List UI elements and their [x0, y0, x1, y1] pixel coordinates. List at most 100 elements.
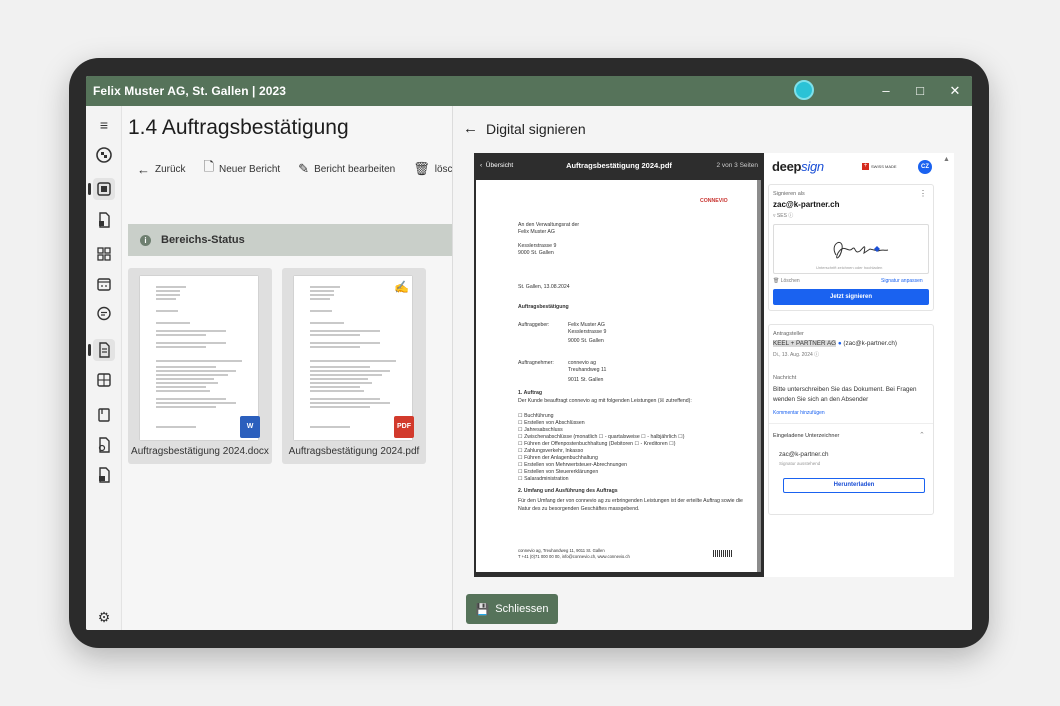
signature-sidebar: deepsign + SWISS MADE CZ ▲ Signieren als …: [764, 153, 954, 577]
message-text: Bitte unterschreiben Sie das Dokument. B…: [773, 386, 917, 403]
window-title: Felix Muster AG, St. Gallen | 2023: [93, 84, 287, 98]
arrow-left-icon: ←: [137, 161, 150, 177]
report-icon[interactable]: [88, 339, 115, 361]
signature-level: ▿ SES ⓘ: [773, 213, 794, 219]
delete-signature-button[interactable]: 🗑 Löschen: [773, 278, 800, 284]
document-icon[interactable]: [93, 209, 115, 231]
main-content: 1.4 Auftragsbestätigung ← Zurück 🗋 Neuer…: [122, 106, 452, 630]
logo-icon[interactable]: [93, 144, 115, 166]
requester-label: Antragsteller: [773, 331, 804, 337]
request-details-card: Antragsteller KEEL + PARTNER AG ● (zac@k…: [768, 324, 934, 515]
title-bar: Felix Muster AG, St. Gallen | 2023 – □ ✕: [86, 76, 972, 106]
swiss-made-badge: + SWISS MADE: [862, 163, 897, 170]
scroll-up-icon[interactable]: ▲: [943, 156, 950, 163]
delete-button[interactable]: 🗑 löschen: [404, 155, 452, 183]
grid-icon[interactable]: [93, 243, 115, 265]
folder-icon[interactable]: [93, 404, 115, 426]
divider: [769, 423, 933, 424]
pdf-text: Treuhandweg 11: [568, 367, 607, 373]
sign-now-button[interactable]: Jetzt signieren: [773, 289, 929, 305]
dashboard-icon[interactable]: [88, 178, 115, 200]
viewer-toolbar: ‹ Übersicht Auftragsbestätigung 2024.pdf…: [474, 153, 764, 177]
pdf-text: 9011 St. Gallen: [568, 377, 604, 383]
adjust-signature-link[interactable]: Signatur anpassen: [881, 278, 923, 284]
file-name: Auftragsbestätigung 2024.pdf: [288, 446, 420, 457]
sidebar: ≡ ⚙: [86, 106, 122, 630]
pdf-text: Auftragnehmer:: [518, 360, 554, 366]
invitee-email: zac@k-partner.ch: [779, 451, 829, 458]
viewer-scrollbar[interactable]: [757, 180, 761, 572]
requester-name: KEEL + PARTNER AG: [773, 340, 837, 347]
minimize-icon[interactable]: –: [875, 81, 897, 101]
certification-logo: [713, 550, 733, 557]
toolbar: ← Zurück 🗋 Neuer Bericht ✎ Bericht bearb…: [128, 153, 452, 185]
trash-icon: 🗑: [413, 161, 430, 176]
pdf-page: CONNEVIO An den Verwaltungsrat der Felix…: [476, 180, 757, 572]
pdf-text: St. Gallen, 13.08.2024: [518, 284, 570, 290]
sign-as-label: Signieren als: [773, 191, 805, 197]
signer-email: zac@k-partner.ch: [773, 200, 840, 209]
document-settings-icon[interactable]: [93, 434, 115, 456]
file-card-docx[interactable]: W Auftragsbestätigung 2024.docx: [128, 268, 272, 464]
user-avatar[interactable]: CZ: [918, 160, 932, 174]
sign-as-card: Signieren als ⋮ zac@k-partner.ch ▿ SES ⓘ…: [768, 184, 934, 311]
file-list: W Auftragsbestätigung 2024.docx ✍ PDF Au…: [128, 268, 426, 464]
more-options-icon[interactable]: ⋮: [919, 189, 927, 198]
calendar-icon[interactable]: [93, 273, 115, 295]
requested-date: Di., 13. Aug. 2024 ⓘ: [773, 352, 820, 358]
pencil-icon: ✎: [298, 161, 310, 176]
invited-signers-label: Eingeladene Unterzeichner: [773, 433, 840, 439]
pdf-text: 9000 St. Gallen: [518, 250, 554, 256]
pdf-heading: Auftragsbestätigung: [518, 304, 569, 310]
chat-icon[interactable]: [93, 303, 115, 325]
signature-pen-icon: ✍: [394, 280, 409, 294]
calculator-icon[interactable]: [93, 369, 115, 391]
close-icon[interactable]: ✕: [944, 81, 966, 101]
signature-pad[interactable]: Unterschrift zeichnen oder hochladen: [773, 224, 929, 274]
chevron-up-icon[interactable]: ⌃: [919, 431, 925, 439]
upload-link[interactable]: hochladen: [864, 265, 882, 270]
panel-header: ← Digital signieren: [463, 120, 586, 137]
save-icon: 💾: [475, 603, 490, 616]
settings-icon[interactable]: ⚙: [93, 606, 115, 628]
section-status-title: Bereichs-Status: [161, 234, 245, 246]
requester-email: (zac@k-partner.ch): [843, 340, 898, 347]
pdf-heading: 1. Auftrag: [518, 390, 543, 396]
file-name: Auftragsbestätigung 2024.docx: [131, 446, 269, 457]
pdf-text: Natur des zu besorgenden Geschäftes mass…: [518, 506, 640, 512]
pdf-text: Kesslerstrasse 9: [568, 329, 607, 335]
word-file-icon: W: [240, 416, 260, 438]
panel-title: Digital signieren: [486, 120, 586, 137]
back-button[interactable]: ← Zurück: [128, 155, 195, 183]
swiss-flag-icon: +: [862, 163, 869, 170]
menu-icon[interactable]: ≡: [93, 114, 115, 136]
pdf-text: Für den Umfang der von connevio ag zu er…: [518, 498, 743, 504]
app-screen: Felix Muster AG, St. Gallen | 2023 – □ ✕…: [86, 76, 972, 630]
edit-report-button[interactable]: ✎ Bericht bearbeiten: [289, 155, 404, 183]
pdf-text: 9000 St. Gallen: [568, 338, 604, 344]
pdf-viewer: ‹ Übersicht Auftragsbestätigung 2024.pdf…: [474, 153, 764, 577]
pdf-file-icon: PDF: [394, 416, 414, 438]
download-button[interactable]: Herunterladen: [783, 478, 925, 493]
deepsign-logo: deepsign: [772, 159, 824, 174]
verified-icon: ●: [837, 340, 842, 347]
close-button[interactable]: 💾 Schliessen: [466, 594, 558, 624]
new-report-button[interactable]: 🗋 Neuer Bericht: [195, 155, 290, 183]
document-lock-icon[interactable]: [93, 464, 115, 486]
pdf-text: Der Kunde beauftragt connevio ag mit fol…: [518, 398, 692, 404]
invitee-status: Signatur ausstehend: [779, 461, 821, 466]
signature-caption: Unterschrift zeichnen oder hochladen: [816, 265, 883, 270]
file-card-pdf[interactable]: ✍ PDF Auftragsbestätigung 2024.pdf: [282, 268, 426, 464]
signing-panel: ← Digital signieren ‹ Übersicht Auftrags…: [452, 106, 972, 630]
section-status-header[interactable]: i Bereichs-Status: [128, 224, 452, 256]
pdf-brand: CONNEVIO: [700, 198, 728, 204]
chat-app-icon[interactable]: [794, 80, 814, 100]
arrow-left-icon[interactable]: ←: [463, 120, 478, 137]
back-label: Zurück: [155, 163, 186, 175]
maximize-icon[interactable]: □: [909, 81, 931, 101]
delete-label: löschen: [434, 163, 452, 175]
page-indicator: 2 von 3 Seiten: [716, 161, 758, 169]
message-label: Nachricht: [773, 375, 797, 381]
pdf-text: Auftraggeber:: [518, 322, 550, 328]
add-comment-link[interactable]: Kommentar hinzufügen: [773, 410, 825, 416]
